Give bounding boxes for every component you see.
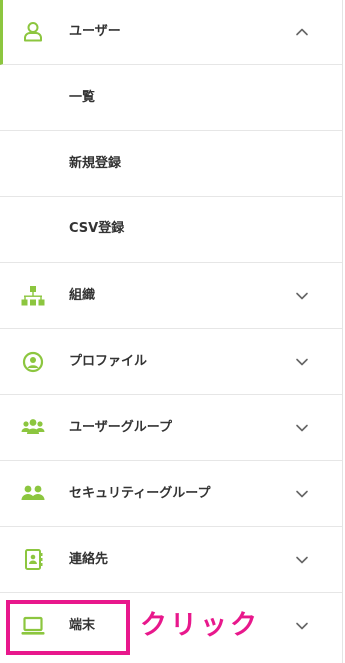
submenu-item-new[interactable]: 新規登録 [0, 131, 342, 197]
menu-item-label: セキュリティーグループ [69, 486, 211, 501]
chevron-up-icon[interactable] [293, 23, 311, 41]
menu-item-user-group[interactable]: ユーザーグループ [0, 395, 342, 461]
submenu-item-list[interactable]: 一覧 [0, 65, 342, 131]
org-chart-icon [20, 283, 46, 309]
menu-item-label: 組織 [69, 288, 96, 303]
chevron-down-icon[interactable] [293, 551, 311, 569]
user-icon [20, 19, 46, 45]
click-annotation: クリック [140, 610, 260, 641]
contacts-icon [20, 547, 46, 573]
sidebar-menu: ユーザー 一覧 新規登録 CSV登録 組織 プロファイル ユーザーグループ セキ… [0, 0, 343, 663]
chevron-down-icon[interactable] [293, 485, 311, 503]
submenu-item-label: 一覧 [69, 90, 96, 105]
submenu-item-label: CSV登録 [69, 221, 125, 236]
profile-icon [20, 349, 46, 375]
menu-item-organization[interactable]: 組織 [0, 263, 342, 329]
chevron-down-icon[interactable] [293, 617, 311, 635]
user-group-icon [20, 415, 46, 441]
menu-item-label: プロファイル [69, 354, 148, 369]
submenu-item-label: 新規登録 [69, 156, 122, 171]
menu-item-label: ユーザー [69, 24, 121, 39]
submenu-item-csv[interactable]: CSV登録 [0, 197, 342, 263]
menu-item-profile[interactable]: プロファイル [0, 329, 342, 395]
chevron-down-icon[interactable] [293, 419, 311, 437]
security-group-icon [20, 481, 46, 507]
menu-item-contacts[interactable]: 連絡先 [0, 527, 342, 593]
menu-item-label: 連絡先 [69, 552, 109, 567]
menu-item-label: ユーザーグループ [69, 420, 172, 435]
highlight-box [6, 600, 130, 655]
chevron-down-icon[interactable] [293, 287, 311, 305]
chevron-down-icon[interactable] [293, 353, 311, 371]
menu-item-users[interactable]: ユーザー [0, 0, 342, 65]
menu-item-security-group[interactable]: セキュリティーグループ [0, 461, 342, 527]
